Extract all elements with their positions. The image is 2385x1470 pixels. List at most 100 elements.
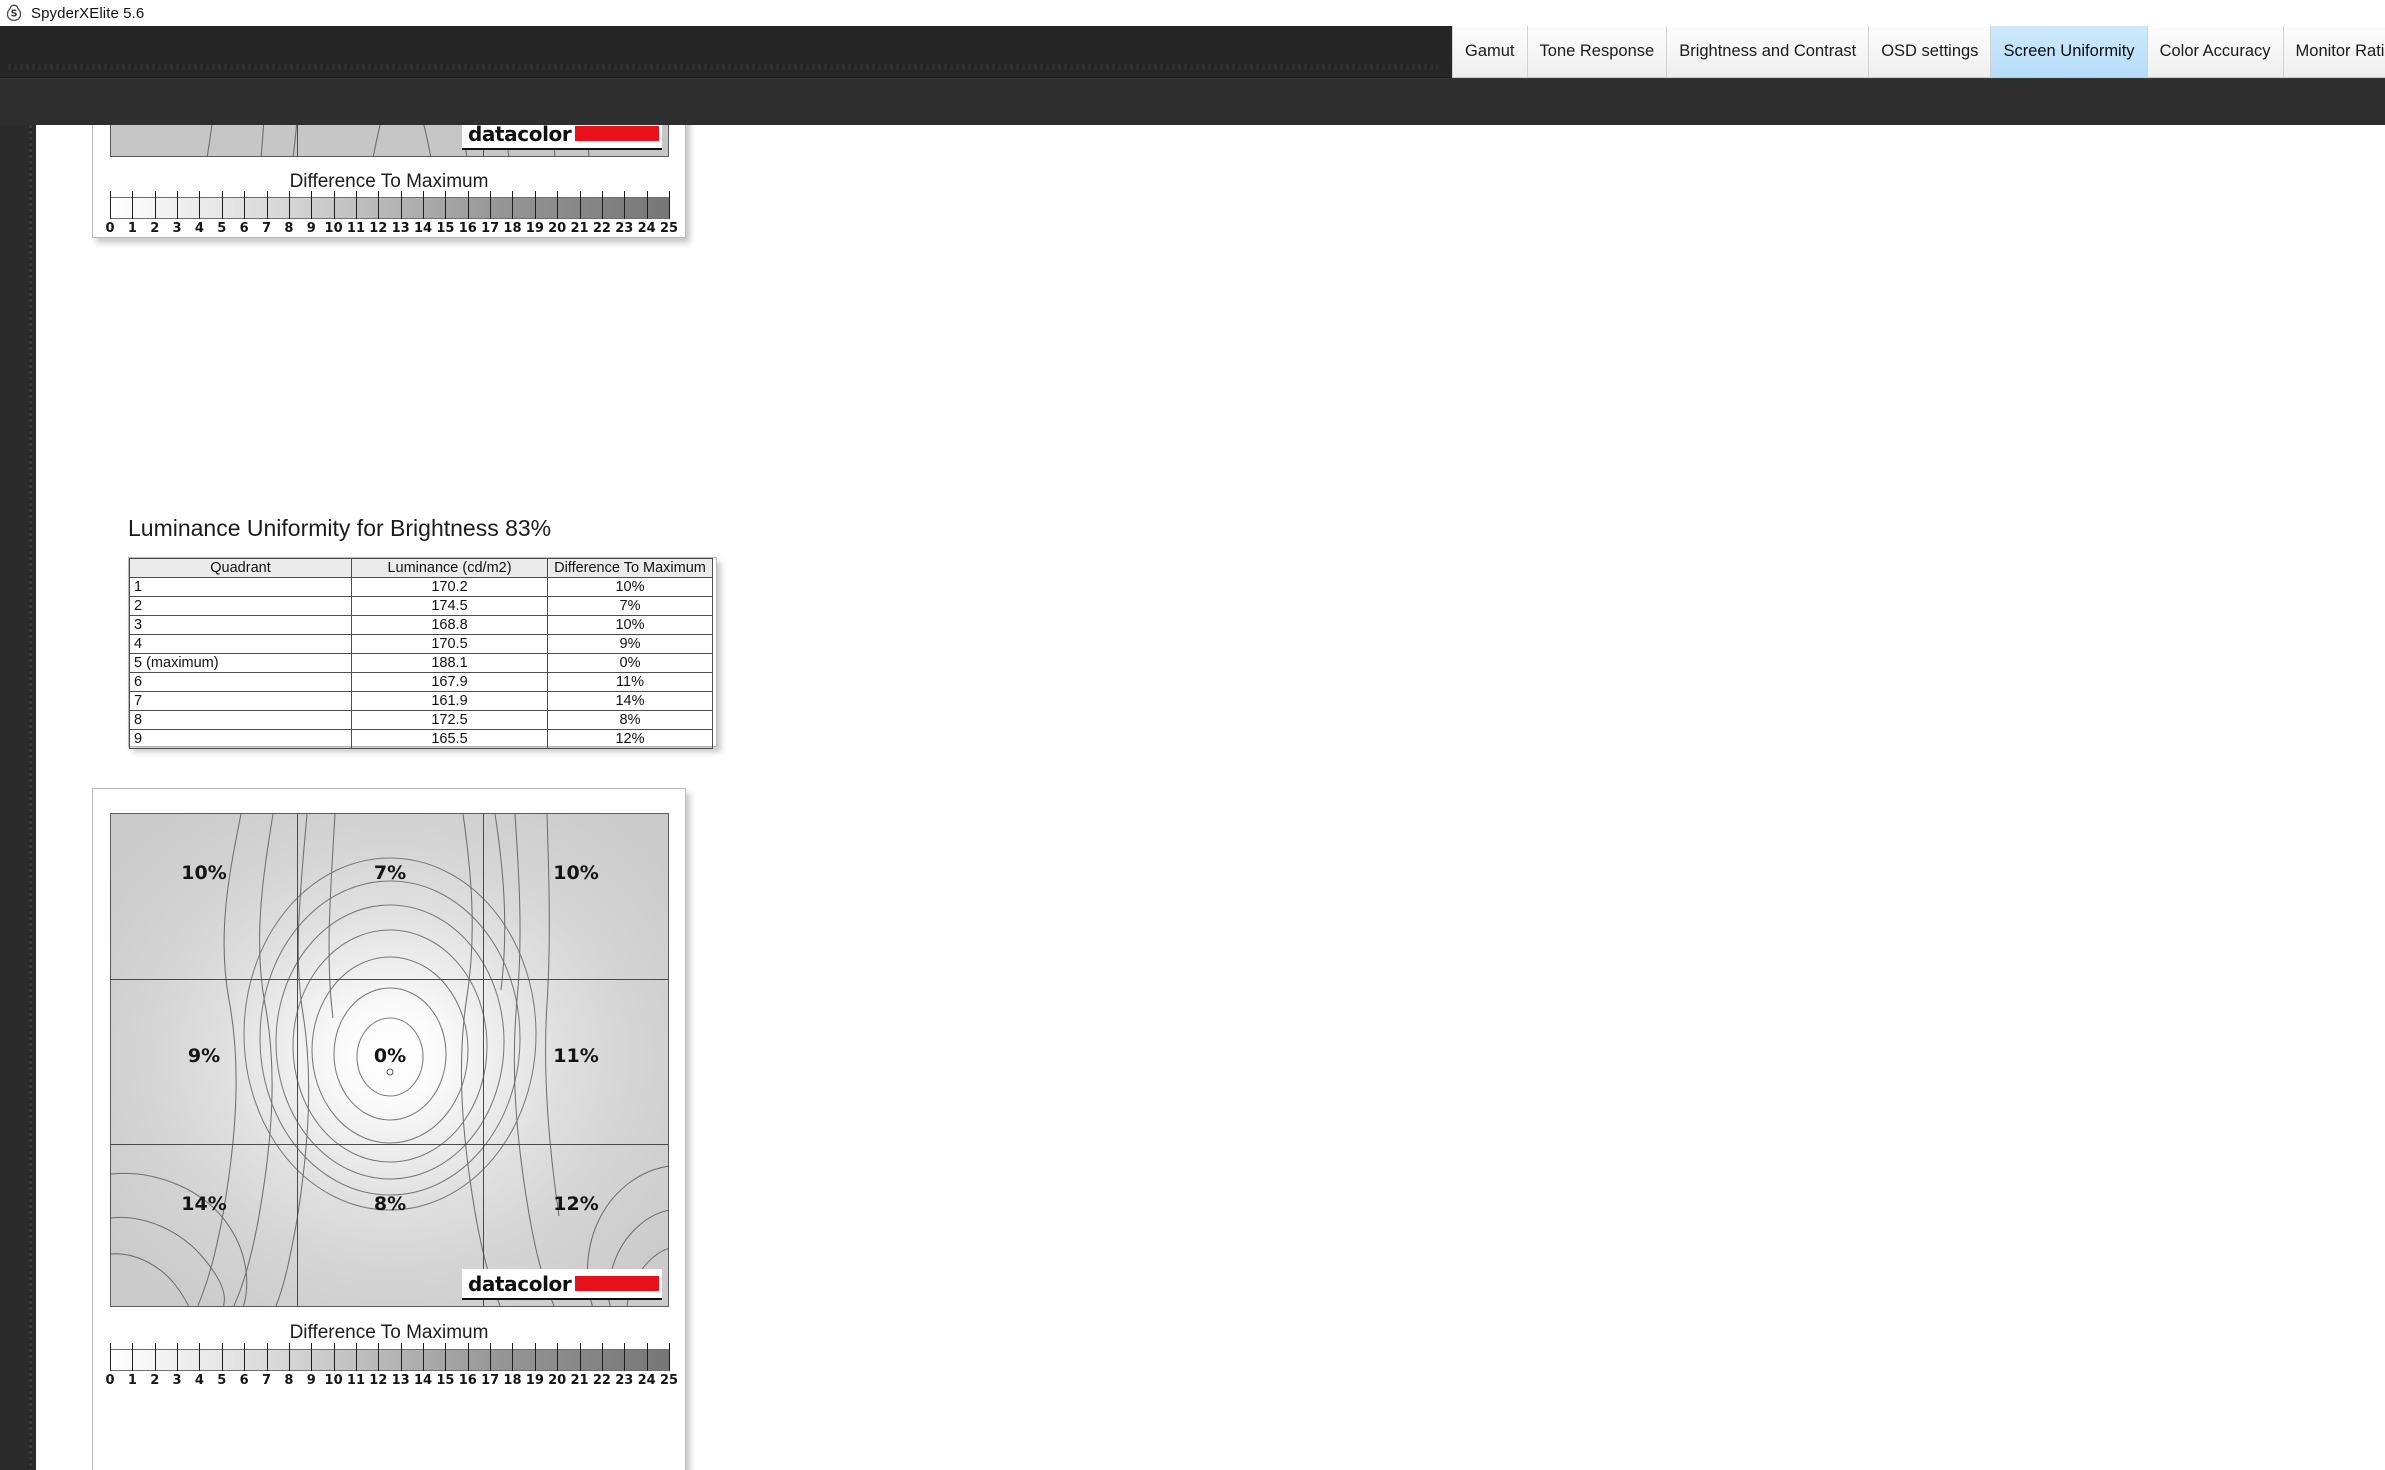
legend-tick-mark [199,191,201,219]
luminance-uniformity-table-card: Quadrant Luminance (cd/m2) Difference To… [128,557,717,749]
report-tab-bar[interactable]: Gamut Tone Response Brightness and Contras… [1452,26,2385,78]
tab-label: Color Accuracy [2159,42,2271,60]
legend-tick-label: 25 [659,1373,679,1388]
legend-tick-label: 1 [127,1373,137,1388]
legend-tick-mark [266,191,268,219]
legend-tick-label: 15 [436,1373,455,1388]
rail-edge-texture [29,125,32,1470]
legend-tick-mark [646,191,648,219]
cell-quadrant: 1 [129,577,352,597]
column-header-difference: Difference To Maximum [547,558,713,578]
contour-cell-label-q1: 10% [181,862,227,884]
tab-color-accuracy[interactable]: Color Accuracy [2147,26,2284,77]
legend-tick-label: 16 [458,1373,477,1388]
legend-tick-mark [646,1343,648,1371]
cell-luminance: 168.8 [351,615,548,635]
cell-quadrant: 7 [129,691,352,711]
cell-difference: 10% [547,577,713,597]
legend-tick-label: 12 [369,221,388,236]
datacolor-wordmark: datacolor [468,1271,572,1296]
column-header-luminance: Luminance (cd/m2) [351,558,548,578]
chrome-texture [8,64,1438,70]
legend-tick-label: 22 [592,221,611,236]
legend-tick-mark [355,191,357,219]
legend-tick-mark [512,191,514,219]
cell-quadrant: 6 [129,672,352,692]
contour-cell-label-q9: 12% [553,1193,599,1215]
legend-tick-mark [467,191,469,219]
legend-tick-label: 0 [105,1373,115,1388]
luminance-table: Quadrant Luminance (cd/m2) Difference To… [129,558,713,749]
cell-difference: 9% [547,634,713,654]
legend-tick-mark [221,1343,223,1371]
legend-tick-label: 16 [458,221,477,236]
legend-tick-label: 24 [637,1373,656,1388]
legend-tick-mark [199,1343,201,1371]
legend-tick-label: 9 [306,1373,316,1388]
legend-tick-label: 11 [346,221,365,236]
cell-luminance: 188.1 [351,653,548,673]
tab-label: Screen Uniformity [2003,42,2135,60]
legend-tick-label: 6 [239,1373,249,1388]
spyder-logo-icon: S [3,2,25,24]
legend-tick-mark [579,1343,581,1371]
legend-tick-mark [557,191,559,219]
svg-text:S: S [11,9,18,20]
legend-tick-mark [579,191,581,219]
cell-difference: 11% [547,672,713,692]
cell-difference: 0% [547,653,713,673]
legend-tick-mark [490,191,492,219]
cell-luminance: 161.9 [351,691,548,711]
legend-tick-label: 4 [194,1373,204,1388]
legend-tick-label: 3 [172,221,182,236]
legend-tick-label: 7 [261,221,272,236]
section-heading: Luminance Uniformity for Brightness 83% [128,515,552,541]
grid-hline [111,979,668,980]
legend-tick-mark [534,191,536,219]
legend-tick-label: 7 [261,1373,272,1388]
legend-tick-mark [601,1343,603,1371]
legend-tick-label: 2 [150,1373,160,1388]
chrome-secondary-band [0,78,2385,125]
cell-luminance: 172.5 [351,710,548,730]
tab-label: Tone Response [1539,42,1655,60]
tab-tone-response[interactable]: Tone Response [1527,26,1668,77]
legend-tick-mark [132,1343,134,1371]
legend-tick-mark [669,191,670,219]
datacolor-logo: datacolor [462,125,662,150]
legend-tick-mark [311,191,313,219]
legend-tick-mark [244,191,246,219]
contour-plot-bottom: 10% 7% 10% 9% 0% 11% 14% 8% 12% datacolo… [110,813,669,1307]
legend-tick-label: 4 [194,221,204,236]
legend-tick-label: 23 [615,1373,634,1388]
legend-tick-label: 8 [284,221,294,236]
legend-tick-mark [400,1343,402,1371]
table-row: 6 167.9 11% [129,672,713,692]
table-row: 3 168.8 10% [129,615,713,635]
tab-screen-uniformity[interactable]: Screen Uniformity [1991,26,2148,77]
tab-gamut[interactable]: Gamut [1452,26,1528,77]
table-row: 9 165.5 12% [129,729,713,749]
legend-tick-label: 3 [172,1373,182,1388]
tab-brightness-and-contrast[interactable]: Brightness and Contrast [1667,26,1870,77]
table-row: 8 172.5 8% [129,710,713,730]
legend-tick-mark [288,1343,290,1371]
tab-osd-settings[interactable]: OSD settings [1869,26,1992,77]
legend-tick-label: 18 [503,221,522,236]
legend-tick-mark [288,191,290,219]
tab-label: OSD settings [1881,42,1979,60]
legend-tick-mark [490,1343,492,1371]
legend-tick-label: 19 [525,221,544,236]
tab-monitor-rating[interactable]: Monitor Rating [2283,26,2385,77]
legend-tick-label: 15 [436,221,455,236]
contour-plot-top: 13% 9% 14% datacolor [110,125,669,157]
legend-tick-mark [244,1343,246,1371]
legend-tick-label: 10 [324,221,343,236]
legend-tick-label: 20 [548,221,567,236]
maximum-point-marker [386,1068,394,1076]
cell-luminance: 170.5 [351,634,548,654]
cell-quadrant: 4 [129,634,352,654]
legend-tick-mark [624,1343,626,1371]
legend-tick-mark [601,191,603,219]
legend-tick-mark [445,191,447,219]
